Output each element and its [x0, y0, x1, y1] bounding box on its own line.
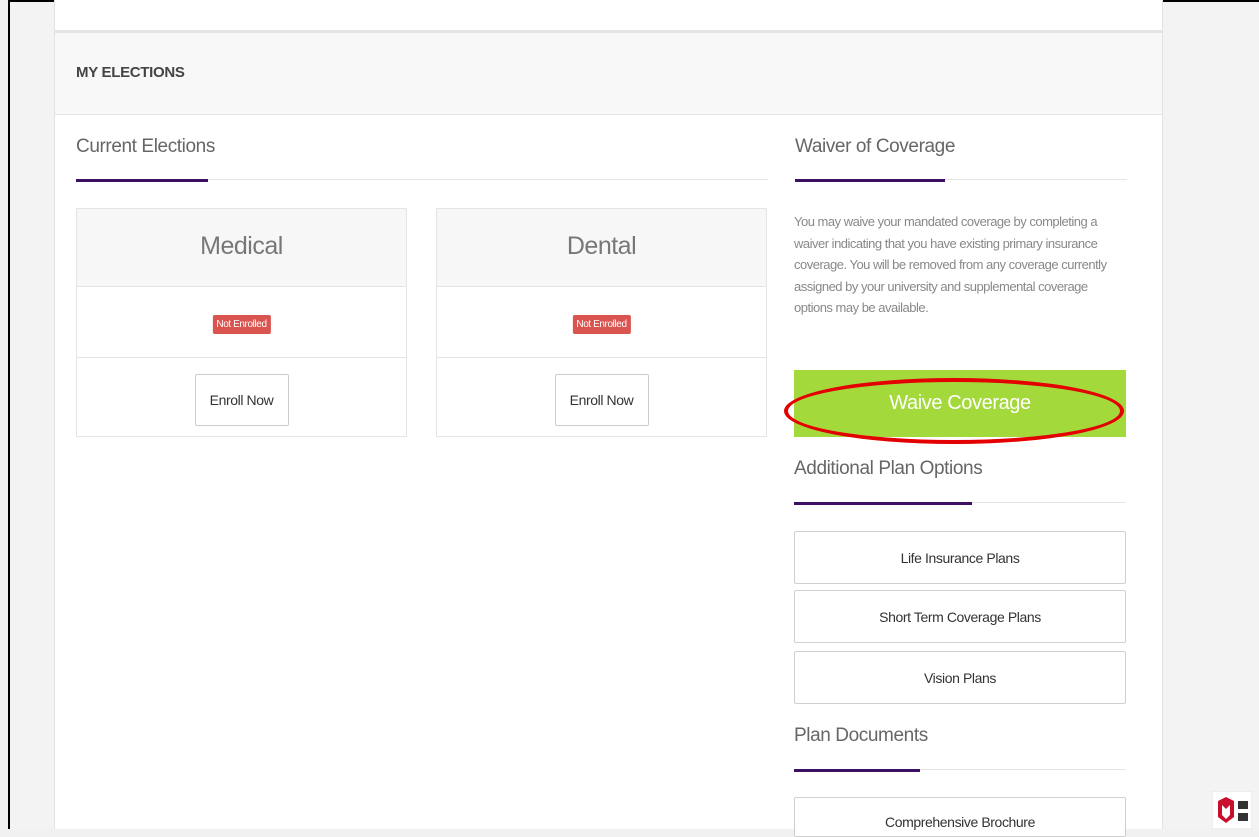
- waive-coverage-button[interactable]: Waive Coverage: [794, 370, 1126, 437]
- waiver-title: Waiver of Coverage: [795, 136, 955, 157]
- card-status-row: Not Enrolled: [437, 287, 766, 358]
- card-title: Dental: [566, 232, 637, 260]
- enroll-now-button-dental[interactable]: Enroll Now: [554, 374, 649, 426]
- status-badge: Not Enrolled: [572, 315, 631, 334]
- life-insurance-plans-button[interactable]: Life Insurance Plans: [794, 531, 1126, 584]
- enroll-now-button-medical[interactable]: Enroll Now: [194, 374, 289, 426]
- panel-header: MY ELECTIONS: [55, 33, 1162, 115]
- additional-plans-title: Additional Plan Options: [794, 458, 983, 479]
- comprehensive-brochure-button[interactable]: Comprehensive Brochure: [794, 797, 1126, 837]
- vision-plans-button[interactable]: Vision Plans: [794, 651, 1126, 704]
- additional-plans-accent: [794, 502, 972, 505]
- plan-documents-title: Plan Documents: [794, 725, 928, 746]
- card-title: Medical: [200, 232, 283, 260]
- card-action-row: Enroll Now: [77, 358, 406, 438]
- short-term-coverage-plans-button[interactable]: Short Term Coverage Plans: [794, 590, 1126, 643]
- panel-top-strip: [55, 0, 1162, 33]
- card-status-row: Not Enrolled: [77, 287, 406, 358]
- waiver-accent: [795, 179, 945, 182]
- card-header: Dental: [437, 209, 766, 287]
- waiver-description: You may waive your mandated coverage by …: [794, 214, 1107, 315]
- shield-logo-icon: [1211, 790, 1253, 830]
- card-header: Medical: [77, 209, 406, 287]
- panel-title: MY ELECTIONS: [76, 64, 185, 81]
- election-card-medical: Medical Not Enrolled Enroll Now: [76, 208, 407, 437]
- current-elections-accent: [76, 179, 208, 182]
- current-elections-title: Current Elections: [76, 136, 215, 157]
- card-action-row: Enroll Now: [437, 358, 766, 438]
- status-badge: Not Enrolled: [212, 315, 271, 334]
- election-card-dental: Dental Not Enrolled Enroll Now: [436, 208, 767, 437]
- plan-documents-accent: [794, 769, 920, 772]
